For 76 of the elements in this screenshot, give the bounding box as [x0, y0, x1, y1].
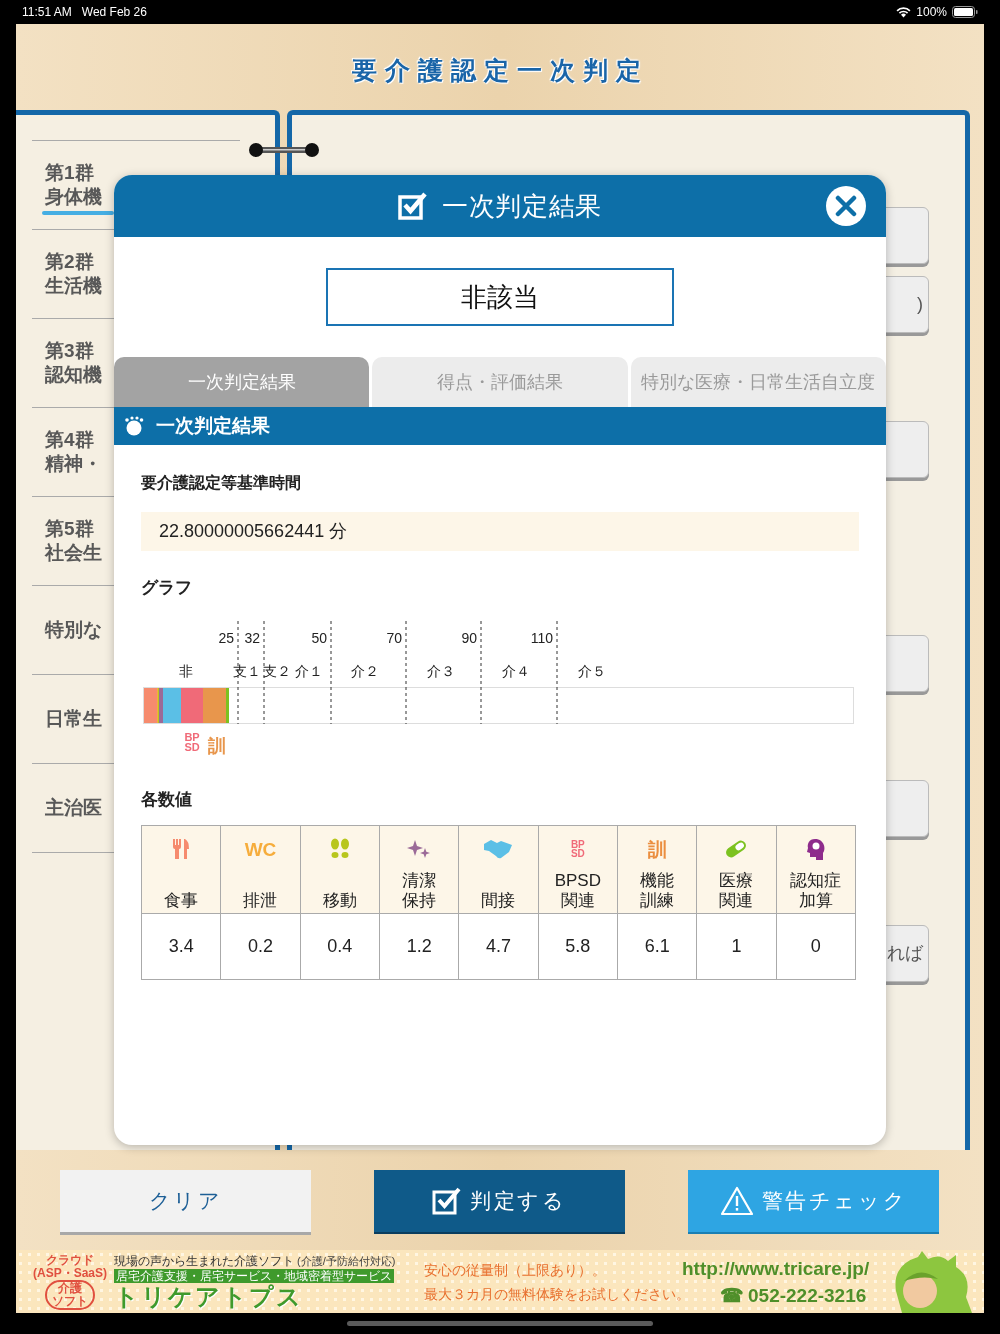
band-label: 支２: [263, 662, 291, 679]
badge-text: クラウド (ASP・SaaS): [33, 1253, 107, 1280]
warning-icon: [719, 1186, 754, 1216]
tick-label: 110: [530, 629, 553, 646]
sidebar-item[interactable]: 第3群 認知機: [32, 319, 114, 407]
graph-title: グラフ: [141, 577, 193, 599]
table-cell: 1: [697, 914, 777, 980]
close-icon: [835, 195, 857, 217]
band-label: 介５: [578, 662, 606, 679]
column-label: 間接: [481, 891, 516, 911]
section-title: 一次判定結果: [156, 413, 270, 438]
tick-label: 32: [244, 629, 260, 646]
column-label: 清潔 保持: [402, 871, 437, 911]
action-button[interactable]: クリア: [60, 1170, 311, 1232]
sidebar-item[interactable]: 第5群 社会生: [32, 497, 114, 585]
checkbox-icon: [398, 192, 429, 220]
sidebar-item[interactable]: 主治医: [32, 764, 114, 852]
action-button[interactable]: 判定する: [374, 1170, 625, 1232]
glyph-icon: WC: [244, 839, 277, 859]
website-link[interactable]: http://www.tricare.jp/: [682, 1254, 882, 1282]
chart-marker: 訓: [208, 735, 227, 756]
sidebar-item[interactable]: 第4群 精神・: [32, 408, 114, 496]
table-cell: 1.2: [380, 914, 460, 980]
table-cell: 0.4: [300, 914, 380, 980]
brand-logo: トリケアトプス: [114, 1282, 304, 1310]
close-button[interactable]: [826, 186, 866, 226]
coverage-note: (介護/予防給付対応): [297, 1253, 396, 1268]
badge-seal: 介護 ソフト: [45, 1279, 95, 1310]
binder-ring-drawing: [248, 142, 320, 158]
band-label: 支１: [233, 662, 261, 679]
column-label: 排泄: [243, 891, 278, 911]
checkbox-icon: [432, 1187, 463, 1215]
wifi-icon: [896, 6, 912, 18]
glyph-icon: 訓: [647, 839, 667, 859]
table-cell: 3.4: [142, 914, 222, 980]
table-cell: 6.1: [618, 914, 698, 980]
tagline: 現場の声から生まれた介護ソフト: [114, 1253, 294, 1268]
time-value: 22.80000005662441 分: [141, 512, 859, 551]
chart-marker: BP SD: [184, 730, 200, 753]
column-label: 食事: [164, 891, 199, 911]
column-label: 認知症 加算: [790, 871, 842, 911]
table-cell: 4.7: [459, 914, 539, 980]
result-value: 非該当: [326, 268, 674, 326]
dialog-title: 一次判定結果: [442, 189, 602, 223]
tick-label: 25: [218, 629, 234, 646]
table-cell: 5.8: [538, 914, 618, 980]
tick-label: 70: [386, 629, 402, 646]
status-date: Wed Feb 26: [81, 4, 147, 21]
band-label: 介２: [351, 662, 379, 679]
phone-icon: ☎: [720, 1281, 744, 1309]
field-label: 要介護認定等基準時間: [141, 473, 302, 493]
app-title: 要介護認定一次判定: [351, 55, 649, 87]
service-tag: 居宅介護支援・居宅サービス・地域密着型サービス: [114, 1268, 394, 1283]
tick-label: 50: [311, 629, 327, 646]
band-label: 非: [179, 662, 193, 679]
sidebar-item[interactable]: 第1群 身体機: [32, 141, 114, 229]
column-label: 移動: [322, 891, 357, 911]
column-label: BPSD 関連: [554, 871, 601, 911]
battery-level: 100%: [916, 4, 947, 21]
table-cell: 0.2: [221, 914, 301, 980]
values-title: 各数値: [141, 788, 193, 811]
sidebar-item[interactable]: 第2群 生活機: [32, 230, 114, 318]
table-cell: 0: [776, 914, 856, 980]
battery-icon: [952, 6, 978, 18]
sidebar-item[interactable]: 特別な: [32, 586, 114, 674]
promo-text: 安心の従量制（上限あり）。 最大３カ月の無料体験をお試しください。: [424, 1260, 682, 1304]
band-label: 介３: [427, 662, 455, 679]
band-label: 介１: [295, 662, 323, 679]
sidebar-item[interactable]: 日常生: [32, 675, 114, 763]
glyph-icon: BP SD: [570, 840, 585, 858]
column-label: 医療 関連: [719, 871, 754, 911]
tick-label: 90: [461, 629, 477, 646]
phone-number: 052-222-3216: [748, 1283, 867, 1308]
column-label: 機能 訓練: [640, 871, 675, 911]
band-label: 介４: [502, 662, 530, 679]
status-time: 11:51 AM: [22, 4, 72, 21]
